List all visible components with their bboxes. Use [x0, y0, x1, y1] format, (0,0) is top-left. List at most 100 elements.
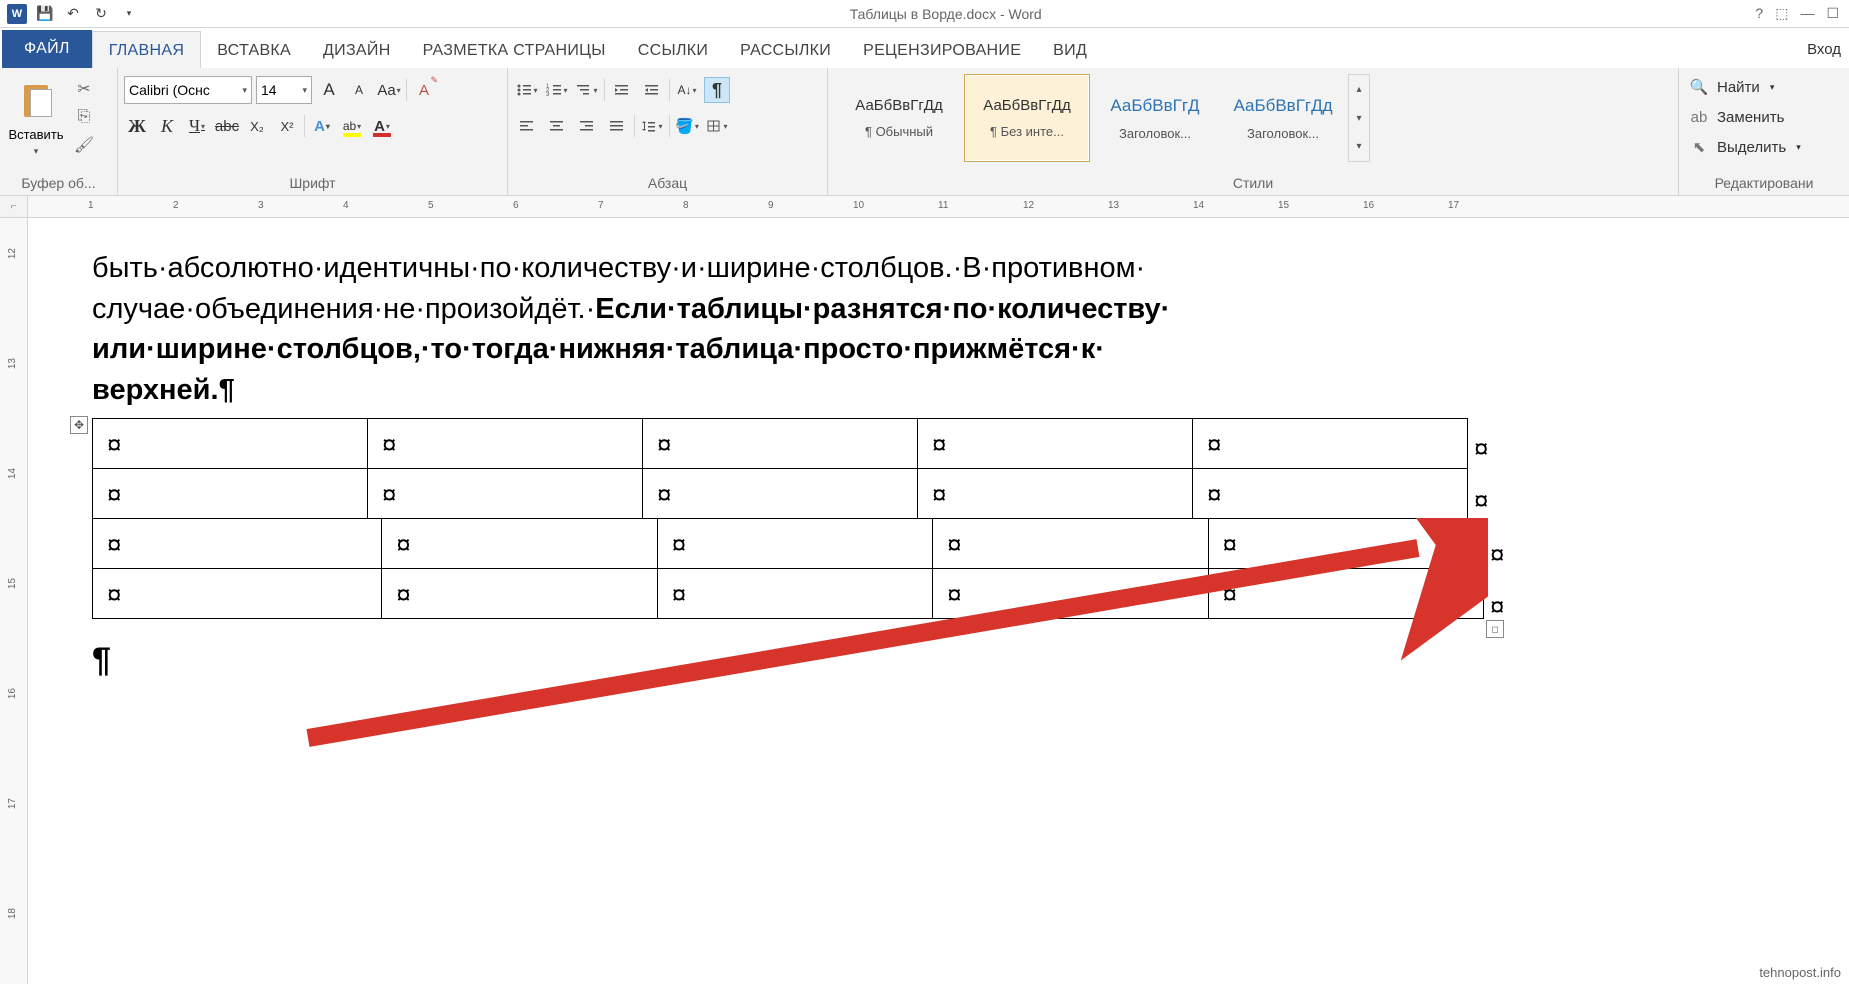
align-center-icon[interactable] — [544, 113, 570, 139]
tab-design[interactable]: ДИЗАЙН — [307, 32, 407, 68]
increase-indent-icon[interactable] — [639, 77, 665, 103]
style-tile[interactable]: АаБбВвГгДд¶ Обычный — [836, 74, 962, 162]
document-table-2[interactable]: ¤¤¤¤¤ ¤¤¤¤¤ — [92, 518, 1484, 619]
table-cell[interactable]: ¤ — [933, 519, 1208, 569]
table-cell[interactable]: ¤ — [382, 519, 657, 569]
styles-more-icon[interactable]: ▾ — [1349, 132, 1369, 161]
tab-view[interactable]: ВИД — [1037, 32, 1103, 68]
format-painter-icon[interactable]: 🖌 — [72, 134, 96, 156]
style-tile[interactable]: АаБбВвГгДЗаголовок... — [1092, 74, 1218, 162]
align-right-icon[interactable] — [574, 113, 600, 139]
sign-in-link[interactable]: Вход — [1799, 31, 1849, 68]
copy-icon[interactable]: ⎘ — [72, 106, 96, 128]
word-app-icon[interactable]: W — [4, 2, 30, 26]
table-resize-handle-icon[interactable]: ◻ — [1486, 620, 1504, 638]
shading-icon[interactable]: 🪣 — [674, 113, 700, 139]
styles-down-icon[interactable]: ▾ — [1349, 104, 1369, 133]
superscript-button[interactable]: X² — [274, 113, 300, 139]
show-marks-button[interactable]: ¶ — [704, 77, 730, 103]
vertical-ruler[interactable]: 12131415161718 — [0, 218, 28, 984]
undo-icon[interactable]: ↶ — [60, 2, 86, 26]
borders-icon[interactable] — [704, 113, 730, 139]
clear-formatting-icon[interactable]: A✎ — [411, 77, 437, 103]
style-tile[interactable]: АаБбВвГгДдЗаголовок... — [1220, 74, 1346, 162]
font-size-combo[interactable]: 14 ▾ — [256, 76, 312, 104]
text-effects-icon[interactable]: A — [309, 113, 335, 139]
table-cell[interactable]: ¤ — [1208, 569, 1483, 619]
ribbon-display-icon[interactable]: ⬚ — [1775, 5, 1788, 22]
italic-button[interactable]: К — [154, 113, 180, 139]
horizontal-ruler[interactable]: 1234567891011121314151617 — [28, 196, 1849, 218]
cut-icon[interactable]: ✂ — [72, 78, 96, 100]
style-tile[interactable]: АаБбВвГгДд¶ Без инте... — [964, 74, 1090, 162]
minimize-icon[interactable]: — — [1800, 5, 1814, 22]
table-cell[interactable]: ¤ — [382, 569, 657, 619]
table-cell[interactable]: ¤ — [93, 469, 368, 519]
line-spacing-icon[interactable] — [639, 113, 665, 139]
grow-font-icon[interactable]: A — [316, 77, 342, 103]
table-cell[interactable]: ¤ — [643, 469, 918, 519]
tab-home[interactable]: ГЛАВНАЯ — [92, 31, 202, 68]
table-cell[interactable]: ¤ — [643, 419, 918, 469]
align-left-icon[interactable] — [514, 113, 540, 139]
find-button[interactable]: 🔍 Найти ▾ — [1685, 72, 1843, 102]
document-area[interactable]: быть·абсолютно·идентичны·по·количеству·и… — [28, 218, 1849, 984]
bold-button[interactable]: Ж — [124, 113, 150, 139]
row-end-mark: ¤ — [1490, 536, 1504, 572]
strikethrough-button[interactable]: abc — [214, 113, 240, 139]
table-cell[interactable]: ¤ — [93, 419, 368, 469]
table-cell[interactable]: ¤ — [93, 569, 382, 619]
styles-gallery-nav: ▴▾▾ — [1348, 74, 1370, 162]
table-cell[interactable]: ¤ — [918, 469, 1193, 519]
styles-up-icon[interactable]: ▴ — [1349, 75, 1369, 104]
tab-mailings[interactable]: РАССЫЛКИ — [724, 32, 847, 68]
subscript-button[interactable]: X₂ — [244, 113, 270, 139]
document-table-1[interactable]: ¤¤¤¤¤ ¤¤¤¤¤ — [92, 418, 1468, 519]
tab-insert[interactable]: ВСТАВКА — [201, 32, 307, 68]
font-color-icon[interactable]: A — [369, 113, 395, 139]
table-move-handle-icon[interactable]: ✥ — [70, 416, 88, 434]
replace-button[interactable]: ab Заменить — [1685, 102, 1843, 132]
select-button[interactable]: ⬉ Выделить ▾ — [1685, 132, 1843, 162]
table-cell[interactable]: ¤ — [368, 469, 643, 519]
qat-customize-icon[interactable]: ▾ — [116, 2, 142, 26]
table-cell[interactable]: ¤ — [368, 419, 643, 469]
table-cell[interactable]: ¤ — [657, 519, 932, 569]
tab-layout[interactable]: РАЗМЕТКА СТРАНИЦЫ — [407, 32, 622, 68]
table-row[interactable]: ¤¤¤¤¤ — [93, 469, 1468, 519]
tab-references[interactable]: ССЫЛКИ — [622, 32, 724, 68]
doc-text-bold: Если·таблицы·разнятся·по·количеству· — [595, 293, 1170, 325]
highlight-color-icon[interactable]: ab — [339, 113, 365, 139]
tab-file[interactable]: ФАЙЛ — [2, 30, 92, 68]
underline-button[interactable]: Ч — [184, 113, 210, 139]
numbering-icon[interactable]: 123 — [544, 77, 570, 103]
pilcrow-mark: ¶ — [219, 374, 235, 406]
redo-icon[interactable]: ↻ — [88, 2, 114, 26]
table-cell[interactable]: ¤ — [1208, 519, 1483, 569]
sort-icon[interactable]: A↓ — [674, 77, 700, 103]
decrease-indent-icon[interactable] — [609, 77, 635, 103]
save-icon[interactable]: 💾 — [32, 2, 58, 26]
multilevel-list-icon[interactable] — [574, 77, 600, 103]
table-row[interactable]: ¤¤¤¤¤ — [93, 519, 1484, 569]
change-case-icon[interactable]: Aa — [376, 77, 402, 103]
shrink-font-icon[interactable]: A — [346, 77, 372, 103]
paste-button[interactable]: Вставить ▾ — [6, 72, 66, 164]
ruler-corner[interactable]: ⌐ — [0, 196, 28, 218]
align-justify-icon[interactable] — [604, 113, 630, 139]
table-row[interactable]: ¤¤¤¤¤ — [93, 569, 1484, 619]
table-cell[interactable]: ¤ — [657, 569, 932, 619]
table-cell[interactable]: ¤ — [918, 419, 1193, 469]
tab-review[interactable]: РЕЦЕНЗИРОВАНИЕ — [847, 32, 1037, 68]
table-cell[interactable]: ¤ — [1193, 419, 1468, 469]
help-icon[interactable]: ? — [1755, 5, 1763, 22]
table-cell[interactable]: ¤ — [933, 569, 1208, 619]
table-cell[interactable]: ¤ — [93, 519, 382, 569]
maximize-icon[interactable]: ☐ — [1826, 5, 1839, 22]
font-name-combo[interactable]: Calibri (Оснс ▾ — [124, 76, 252, 104]
bullets-icon[interactable] — [514, 77, 540, 103]
table-cell[interactable]: ¤ — [1193, 469, 1468, 519]
watermark-text: tehnopost.info — [1759, 965, 1841, 980]
table-row[interactable]: ¤¤¤¤¤ — [93, 419, 1468, 469]
document-content[interactable]: быть·абсолютно·идентичны·по·количеству·и… — [28, 218, 1849, 685]
